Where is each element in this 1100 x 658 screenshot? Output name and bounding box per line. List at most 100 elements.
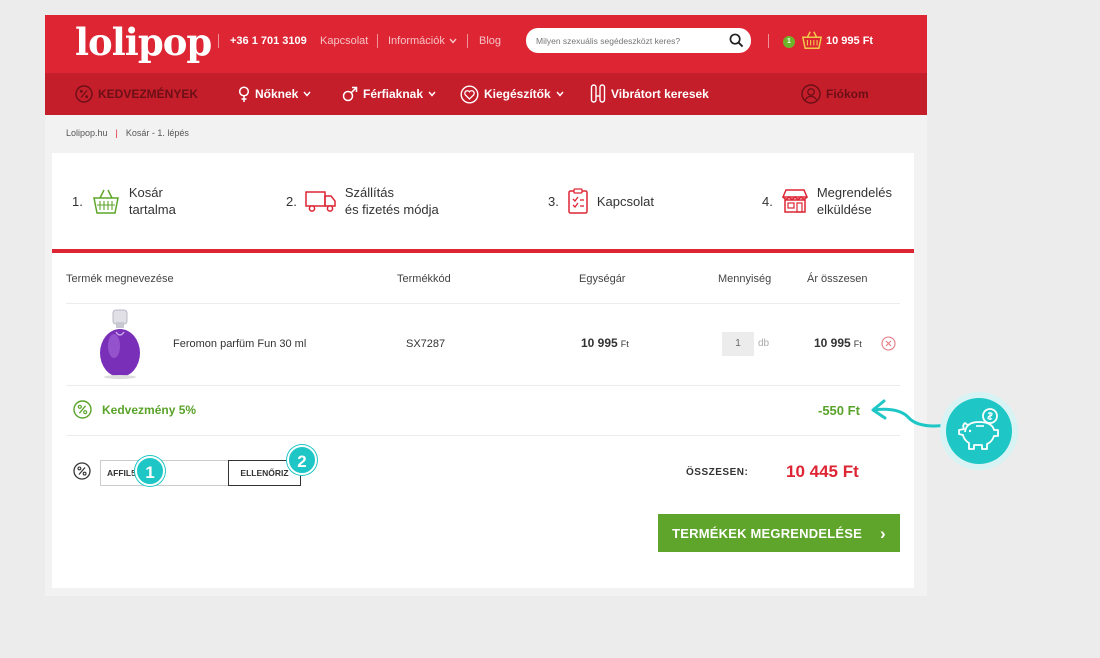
chevron-right-icon: › [879,523,886,543]
step-label: Kosár tartalma [129,184,176,218]
column-header-product: Termék megnevezése [66,273,174,285]
cart-panel: 1. Kosár tartalma 2. Szállítás és fizeté… [52,153,914,588]
basket-icon[interactable] [801,29,823,51]
divider [66,385,900,386]
product-name[interactable]: Feromon parfüm Fun 30 ml [173,337,306,351]
divider [768,34,769,48]
vibrator-icon [590,84,606,103]
discount-amount: -550 Ft [818,403,860,418]
percent-badge-icon [75,85,93,103]
cart-total[interactable]: 10 995 Ft [826,34,873,48]
step-number: 4. [762,193,773,209]
savings-badge [940,392,1018,470]
column-header-total: Ár összesen [807,273,868,285]
chevron-down-icon [556,91,564,97]
nav-label: Vibrátort keresek [611,87,709,101]
breadcrumb-current: Kosár - 1. lépés [125,128,189,138]
step-cart-contents: 1. Kosár tartalma [72,153,176,249]
place-order-button[interactable]: TERMÉKEK MEGRENDELÉSE › [658,514,900,552]
grand-total-value: 10 445 Ft [786,462,859,481]
divider [467,34,468,48]
step-label-line: Szállítás [344,185,394,200]
step-label-line: Kosár [128,185,163,200]
discount-label: Kedvezmény 5% [102,403,197,417]
chevron-down-icon [449,38,457,44]
discount-percent-icon [73,400,92,419]
quantity-input[interactable] [722,332,754,356]
divider [66,435,900,436]
clipboard-icon [568,188,588,214]
step-number: 2. [286,193,297,209]
nav-link-label: Információk [388,35,445,47]
chevron-down-icon [428,91,436,97]
truck-icon [305,191,336,212]
currency: Ft [853,339,862,349]
heart-circle-icon [460,84,479,104]
step-label: Szállítás és fizetés módja [345,184,439,218]
site-logo[interactable]: lolipop [75,21,212,63]
currency: Ft [620,339,629,349]
basket-icon [92,189,119,214]
row-total-value: 10 995 [814,336,851,350]
male-symbol-icon [342,86,358,102]
nav-item-discounts[interactable]: KEDVEZMÉNYEK [75,73,198,115]
step-send-order: 4. Megrendelés elküldése [762,153,892,249]
annotation-marker-1: 1 [135,456,165,486]
coupon-code-input[interactable] [100,460,230,486]
nav-item-vibrator-finder[interactable]: Vibrátort keresek [590,73,709,115]
step-contact: 3. Kapcsolat [548,153,654,249]
product-code: SX7287 [406,338,446,350]
phone-number[interactable]: +36 1 701 3109 [230,34,307,48]
nav-item-accessories[interactable]: Kiegészítők [460,73,564,115]
search-icon[interactable] [729,33,744,48]
column-header-code: Termékkód [397,273,451,285]
remove-item-icon[interactable] [881,336,896,351]
search-input[interactable] [536,28,716,53]
nav-link-blog[interactable]: Blog [479,34,501,48]
step-label-line: elküldése [816,202,872,217]
step-label: Megrendelés elküldése [817,184,892,218]
nav-link-kapcsolat[interactable]: Kapcsolat [320,34,368,48]
divider [377,34,378,48]
nav-item-men[interactable]: Férfiaknak [342,73,436,115]
coupon-percent-icon [73,462,91,480]
nav-label: KEDVEZMÉNYEK [98,87,199,101]
nav-label: Kiegészítők [484,87,551,101]
nav-item-women[interactable]: Nőknek [238,73,311,115]
nav-item-account[interactable]: Fiókom [801,73,869,115]
savings-badge-inner [946,398,1012,464]
nav-link-informaciok[interactable]: Információk [388,34,457,48]
step-label-line: Kapcsolat [596,193,654,209]
breadcrumb: Lolipop.hu | Kosár - 1. lépés [66,128,189,138]
unit-price-value: 10 995 [581,336,618,350]
step-number: 3. [548,193,559,209]
row-total: 10 995 Ft [814,336,862,351]
step-number: 1. [72,193,83,209]
quantity-unit: db [758,338,770,349]
search-bar [526,28,751,53]
piggy-bank-icon [958,408,999,450]
grand-total-label: ÖSSZESEN: [686,467,749,478]
female-symbol-icon [238,85,250,102]
column-header-unit-price: Egységár [579,273,626,285]
chevron-down-icon [303,91,311,97]
top-header: lolipop +36 1 701 3109 Kapcsolat Informá… [45,15,927,73]
cart-count-badge: 1 [783,36,795,48]
column-header-quantity: Mennyiség [718,273,772,285]
browser-page: lolipop +36 1 701 3109 Kapcsolat Informá… [45,15,927,596]
main-nav: KEDVEZMÉNYEK Nőknek Férfiaknak Kiegészít… [45,73,927,115]
step-label-line: és fizetés módja [344,202,439,217]
divider [66,303,900,304]
unit-price: 10 995 Ft [581,336,629,351]
product-image[interactable] [92,308,148,380]
place-order-label: TERMÉKEK MEGRENDELÉSE [672,525,862,541]
divider [218,34,219,48]
breadcrumb-home[interactable]: Lolipop.hu [66,128,108,138]
annotation-arrow-icon [871,399,950,428]
breadcrumb-separator: | [115,128,118,138]
step-label: Kapcsolat [597,193,654,210]
nav-label: Fiókom [826,87,869,101]
user-icon [801,84,821,104]
steps-progress-bar [52,249,914,253]
step-shipping-payment: 2. Szállítás és fizetés módja [286,153,439,249]
